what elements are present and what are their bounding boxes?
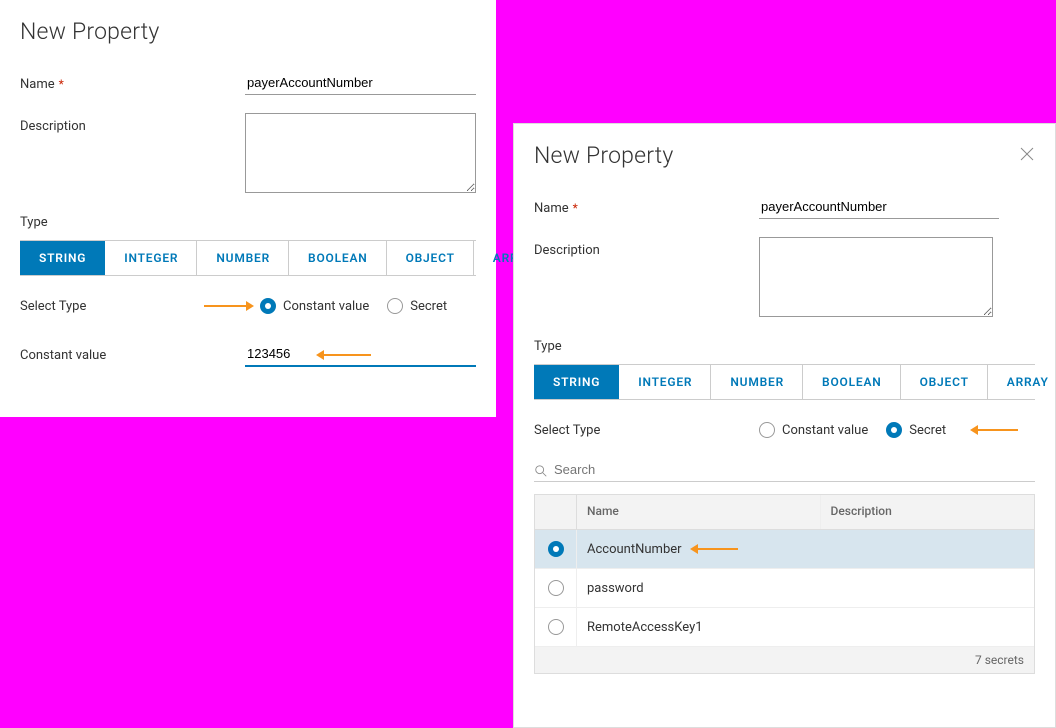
- type-tabs: STRING INTEGER NUMBER BOOLEAN OBJECT ARR…: [20, 240, 476, 276]
- tab-string[interactable]: STRING: [534, 365, 619, 399]
- description-label: Description: [20, 113, 245, 134]
- radio-dot-icon: [260, 298, 276, 314]
- secrets-table: Name Description AccountNumber password …: [534, 494, 1035, 674]
- tab-object[interactable]: OBJECT: [387, 241, 474, 275]
- table-row[interactable]: RemoteAccessKey1: [535, 608, 1034, 647]
- tab-array[interactable]: ARRAY: [988, 365, 1056, 399]
- radio-dot-icon: [886, 422, 902, 438]
- select-type-label: Select Type: [534, 423, 759, 438]
- row-select[interactable]: [535, 608, 577, 646]
- annotation-arrow: [970, 424, 1018, 436]
- tab-integer[interactable]: INTEGER: [619, 365, 711, 399]
- select-type-radio-group: Constant value Secret: [759, 422, 1018, 438]
- name-label: Name*: [534, 195, 759, 216]
- search-input[interactable]: [554, 462, 1035, 477]
- tab-boolean[interactable]: BOOLEAN: [803, 365, 901, 399]
- constant-value-label: Constant value: [20, 346, 245, 363]
- radio-dot-icon: [387, 298, 403, 314]
- radio-secret[interactable]: Secret: [886, 422, 946, 438]
- description-input-wrap: [245, 113, 476, 197]
- name-field-row: Name*: [534, 195, 1035, 219]
- th-select: [535, 495, 577, 529]
- row-name: AccountNumber: [577, 542, 821, 557]
- name-field-row: Name*: [20, 71, 476, 95]
- page-title: New Property: [534, 142, 673, 169]
- tab-string[interactable]: STRING: [20, 241, 105, 275]
- row-select[interactable]: [535, 530, 577, 568]
- select-type-row: Select Type Constant value Secret: [534, 422, 1035, 438]
- row-name: RemoteAccessKey1: [577, 620, 821, 635]
- type-label: Type: [534, 339, 1035, 354]
- select-type-radio-group: Constant value Secret: [260, 298, 447, 314]
- title-row: New Property: [534, 142, 1035, 195]
- right-panel: New Property Name* Description Type STRI…: [513, 123, 1056, 728]
- name-label: Name*: [20, 71, 245, 92]
- page-title: New Property: [20, 18, 476, 45]
- radio-dot-icon: [759, 422, 775, 438]
- tab-integer[interactable]: INTEGER: [105, 241, 197, 275]
- type-section: Type STRING INTEGER NUMBER BOOLEAN OBJEC…: [534, 339, 1035, 400]
- tab-boolean[interactable]: BOOLEAN: [289, 241, 387, 275]
- constant-value-input-wrap: [245, 342, 476, 367]
- row-name: password: [577, 581, 821, 596]
- tab-object[interactable]: OBJECT: [901, 365, 988, 399]
- search-icon: [534, 463, 548, 477]
- table-header: Name Description: [535, 495, 1034, 530]
- select-type-row: Select Type Constant value Secret: [20, 298, 476, 314]
- description-textarea[interactable]: [245, 113, 476, 193]
- required-asterisk: *: [59, 77, 64, 91]
- constant-value-row: Constant value: [20, 342, 476, 367]
- radio-dot-icon: [548, 541, 564, 557]
- description-field-row: Description: [534, 237, 1035, 321]
- radio-constant-label: Constant value: [283, 299, 369, 314]
- th-description[interactable]: Description: [821, 495, 1035, 529]
- annotation-arrow: [690, 543, 738, 555]
- type-section: Type STRING INTEGER NUMBER BOOLEAN OBJEC…: [20, 215, 476, 276]
- row-name-text: AccountNumber: [587, 542, 682, 557]
- constant-value-input[interactable]: [245, 342, 476, 367]
- description-label: Description: [534, 237, 759, 258]
- radio-dot-icon: [548, 580, 564, 596]
- description-textarea[interactable]: [759, 237, 993, 317]
- name-input[interactable]: [759, 195, 999, 219]
- tab-number[interactable]: NUMBER: [711, 365, 803, 399]
- radio-dot-icon: [548, 619, 564, 635]
- type-tabs: STRING INTEGER NUMBER BOOLEAN OBJECT ARR…: [534, 364, 1035, 400]
- th-name[interactable]: Name: [577, 495, 821, 529]
- required-asterisk: *: [573, 201, 578, 215]
- radio-constant-value[interactable]: Constant value: [759, 422, 868, 438]
- close-icon[interactable]: [1019, 146, 1035, 162]
- description-field-row: Description: [20, 113, 476, 197]
- left-panel: New Property Name* Description Type STRI…: [0, 0, 496, 417]
- table-row[interactable]: AccountNumber: [535, 530, 1034, 569]
- description-input-wrap: [759, 237, 1035, 321]
- search-wrap: [534, 462, 1035, 482]
- type-label: Type: [20, 215, 476, 230]
- radio-constant-label: Constant value: [782, 423, 868, 438]
- radio-constant-value[interactable]: Constant value: [260, 298, 369, 314]
- radio-secret-label: Secret: [909, 423, 946, 438]
- tab-number[interactable]: NUMBER: [197, 241, 289, 275]
- table-footer: 7 secrets: [535, 647, 1034, 673]
- radio-secret-label: Secret: [410, 299, 447, 314]
- row-select[interactable]: [535, 569, 577, 607]
- annotation-arrow: [204, 300, 254, 312]
- name-input[interactable]: [245, 71, 476, 95]
- select-type-label: Select Type: [20, 299, 198, 314]
- radio-secret[interactable]: Secret: [387, 298, 447, 314]
- name-input-wrap: [759, 195, 1035, 219]
- table-row[interactable]: password: [535, 569, 1034, 608]
- name-input-wrap: [245, 71, 476, 95]
